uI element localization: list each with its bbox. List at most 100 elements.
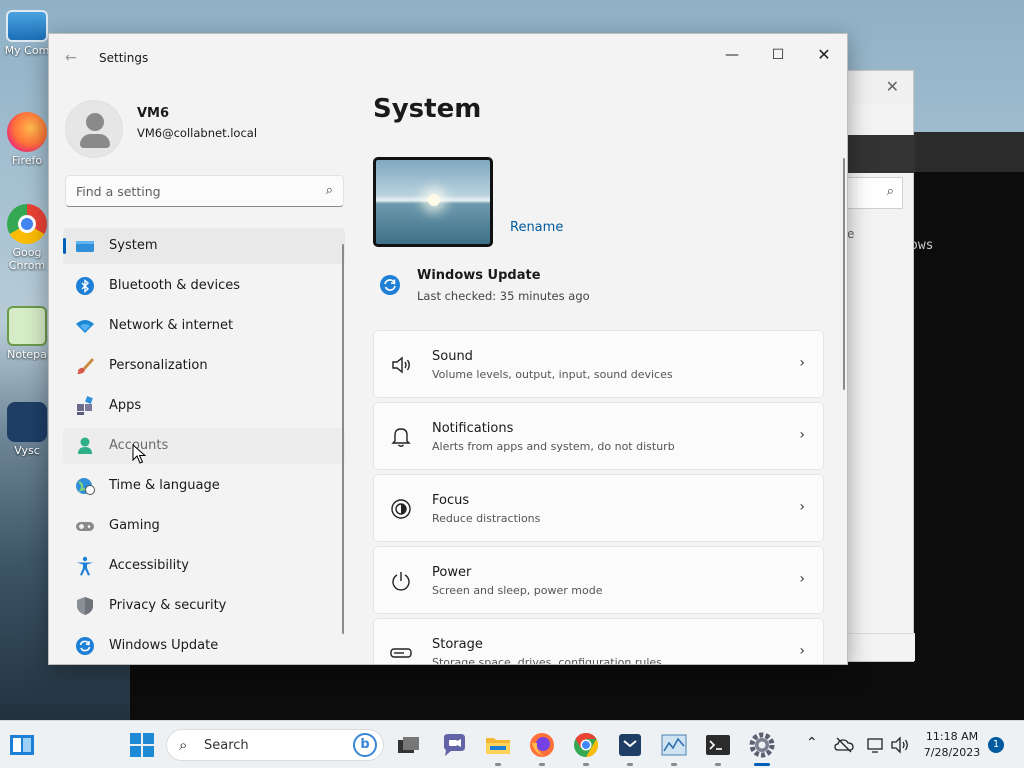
volume-icon[interactable] <box>890 735 910 755</box>
chat-icon[interactable] <box>440 731 468 759</box>
sidebar-scrollbar[interactable] <box>342 244 344 634</box>
power-icon <box>392 572 410 591</box>
user-email: VM6@collabnet.local <box>137 126 258 140</box>
active-indicator <box>63 238 66 254</box>
card-sound[interactable]: Sound Volume levels, output, input, soun… <box>373 330 824 398</box>
windows-update-title: Windows Update <box>417 268 541 283</box>
sidebar-nav: System Bluetooth & devices Network & int… <box>63 228 345 664</box>
start-icon[interactable] <box>128 731 156 759</box>
card-power[interactable]: Power Screen and sleep, power mode › <box>373 546 824 614</box>
search-icon: ⌕ <box>886 184 894 199</box>
card-storage[interactable]: Storage Storage space, drives, configura… <box>373 618 824 664</box>
desktop-icon-my-computer[interactable]: My Com <box>2 10 52 57</box>
sidebar-item-time-language[interactable]: Time & language <box>63 468 345 504</box>
maximize-button[interactable]: ☐ <box>755 40 801 70</box>
minimize-button[interactable]: — <box>709 40 755 70</box>
chevron-right-icon: › <box>799 427 805 443</box>
sidebar-item-bluetooth[interactable]: Bluetooth & devices <box>63 268 345 304</box>
background-window-text: e <box>847 227 855 241</box>
shield-icon <box>77 597 93 615</box>
app-title: Settings <box>99 51 149 65</box>
sidebar-item-system[interactable]: System <box>63 228 345 264</box>
mouse-cursor-icon <box>132 444 146 464</box>
speaker-icon <box>392 356 410 374</box>
gamepad-icon <box>76 522 94 531</box>
sidebar-item-accounts[interactable]: Accounts <box>63 428 345 464</box>
chevron-right-icon: › <box>799 643 805 659</box>
avatar-head <box>86 113 104 131</box>
clock-date: 7/28/2023 <box>923 746 981 759</box>
close-icon[interactable]: ✕ <box>886 77 899 96</box>
desktop-icon-firefox[interactable]: Firefo <box>2 112 52 167</box>
system-icon <box>76 241 94 252</box>
desktop-icon-notepad[interactable]: Notepa <box>2 306 52 361</box>
windows-update-last-checked: Last checked: 35 minutes ago <box>417 289 590 303</box>
storage-icon <box>390 648 412 658</box>
apps-icon <box>77 396 93 415</box>
sidebar-item-apps[interactable]: Apps <box>63 388 345 424</box>
running-indicator <box>583 763 589 766</box>
globe-clock-icon <box>76 478 95 495</box>
accessibility-icon <box>77 556 93 576</box>
task-view-icon[interactable] <box>394 731 422 759</box>
avatar-body <box>80 134 110 148</box>
terminal-icon[interactable] <box>704 731 732 759</box>
sidebar-item-accessibility[interactable]: Accessibility <box>63 548 345 584</box>
clock[interactable]: 11:18 AM 7/28/2023 <box>920 729 984 761</box>
notification-badge[interactable]: 1 <box>988 737 1004 753</box>
card-focus[interactable]: Focus Reduce distractions › <box>373 474 824 542</box>
avatar[interactable] <box>65 100 123 158</box>
network-icon[interactable] <box>866 735 886 755</box>
search-icon: ⌕ <box>325 183 333 198</box>
taskbar-search[interactable]: ⌕ Search b <box>166 729 384 761</box>
file-explorer-icon[interactable] <box>484 731 512 759</box>
running-indicator <box>495 763 501 766</box>
vysor-icon[interactable] <box>616 731 644 759</box>
wifi-icon <box>76 320 94 333</box>
page-title: System <box>373 94 482 124</box>
background-window-search[interactable]: ⌕ <box>847 177 903 209</box>
bing-icon[interactable]: b <box>353 733 377 757</box>
rename-link[interactable]: Rename <box>510 220 563 235</box>
taskbar: ⌕ Search b ⌃ 11:18 AM 7/28/2023 1 <box>0 720 1024 768</box>
running-indicator <box>627 763 633 766</box>
monitor-icon <box>6 10 48 42</box>
sidebar-item-personalization[interactable]: Personalization <box>63 348 345 384</box>
settings-cards: Sound Volume levels, output, input, soun… <box>373 330 824 664</box>
vysor-icon <box>7 402 47 442</box>
back-arrow-icon[interactable]: ← <box>65 50 77 66</box>
card-notifications[interactable]: Notifications Alerts from apps and syste… <box>373 402 824 470</box>
chevron-up-icon[interactable]: ⌃ <box>806 735 818 751</box>
chevron-right-icon: › <box>799 499 805 515</box>
active-app-indicator <box>754 763 770 766</box>
chevron-right-icon: › <box>799 571 805 587</box>
widgets-icon[interactable] <box>8 731 36 759</box>
content-scrollbar[interactable] <box>843 158 845 390</box>
desktop-icon-vysor[interactable]: Vysc <box>2 402 52 457</box>
onedrive-offline-icon[interactable] <box>834 735 854 755</box>
sidebar-item-windows-update[interactable]: Windows Update <box>63 628 345 664</box>
chevron-right-icon: › <box>799 355 805 371</box>
search-icon: ⌕ <box>179 736 188 754</box>
sidebar-item-privacy[interactable]: Privacy & security <box>63 588 345 624</box>
search-input[interactable] <box>66 176 306 206</box>
device-wallpaper-thumbnail <box>373 157 493 247</box>
firefox-icon[interactable] <box>528 731 556 759</box>
clock-time: 11:18 AM <box>925 730 979 743</box>
running-indicator <box>715 763 721 766</box>
sun-graphic <box>428 194 440 206</box>
search-box[interactable]: ⌕ <box>65 175 344 207</box>
bell-icon <box>391 428 411 447</box>
user-name: VM6 <box>137 106 170 121</box>
chrome-icon[interactable] <box>572 731 600 759</box>
bluetooth-icon <box>76 277 94 295</box>
performance-monitor-icon[interactable] <box>660 731 688 759</box>
desktop-icon-chrome[interactable]: Goog Chrom <box>2 204 52 272</box>
accounts-icon <box>78 437 92 454</box>
close-button[interactable]: ✕ <box>801 40 847 70</box>
settings-gear-icon[interactable] <box>748 731 776 759</box>
sidebar-item-network[interactable]: Network & internet <box>63 308 345 344</box>
sidebar-item-gaming[interactable]: Gaming <box>63 508 345 544</box>
focus-icon <box>391 499 411 519</box>
update-icon <box>76 637 94 655</box>
